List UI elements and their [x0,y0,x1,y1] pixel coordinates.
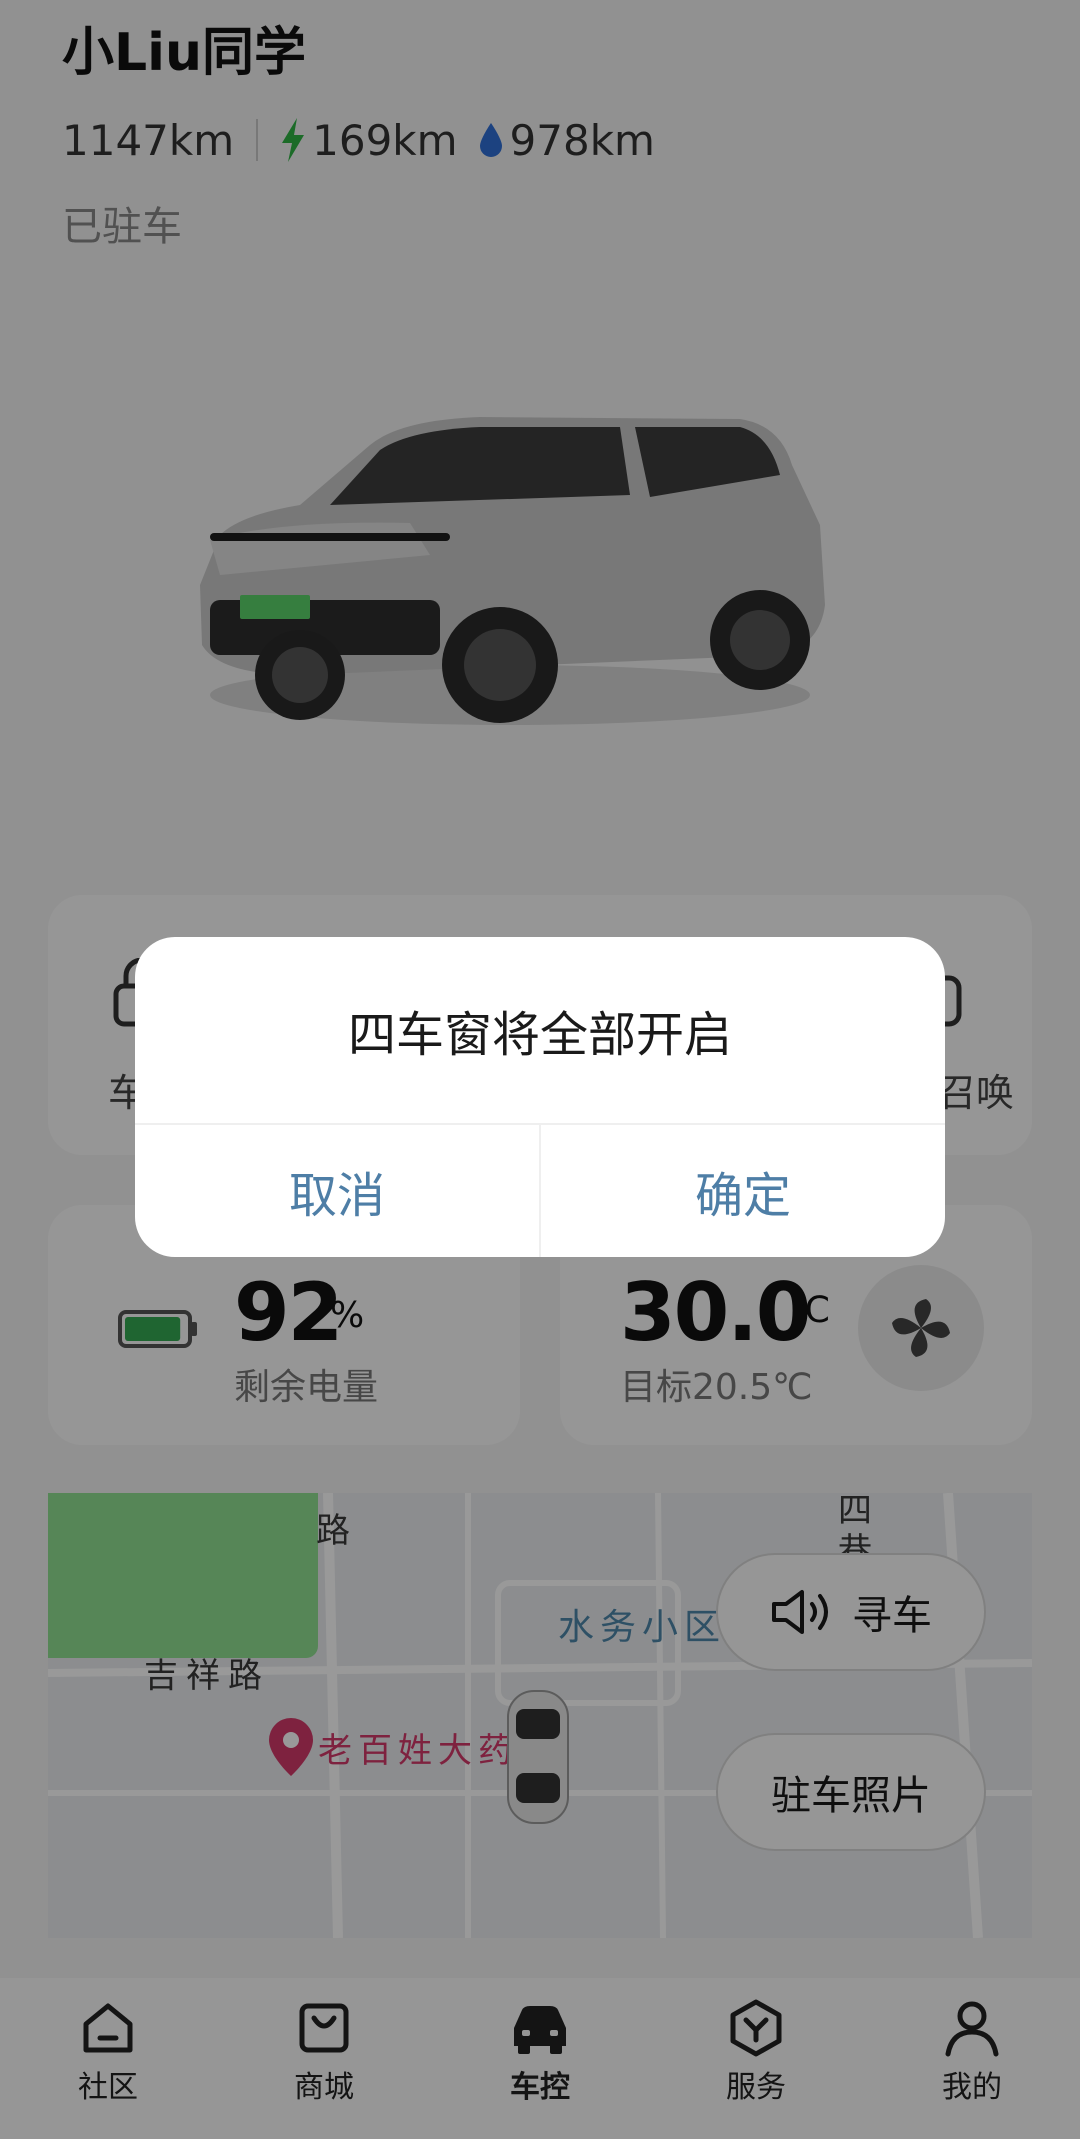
confirm-button[interactable]: 确定 [541,1125,945,1257]
cancel-button[interactable]: 取消 [135,1125,539,1257]
window-open-confirm-dialog: 四车窗将全部开启 取消 确定 [135,937,945,1257]
dialog-message: 四车窗将全部开启 [347,1007,732,1063]
